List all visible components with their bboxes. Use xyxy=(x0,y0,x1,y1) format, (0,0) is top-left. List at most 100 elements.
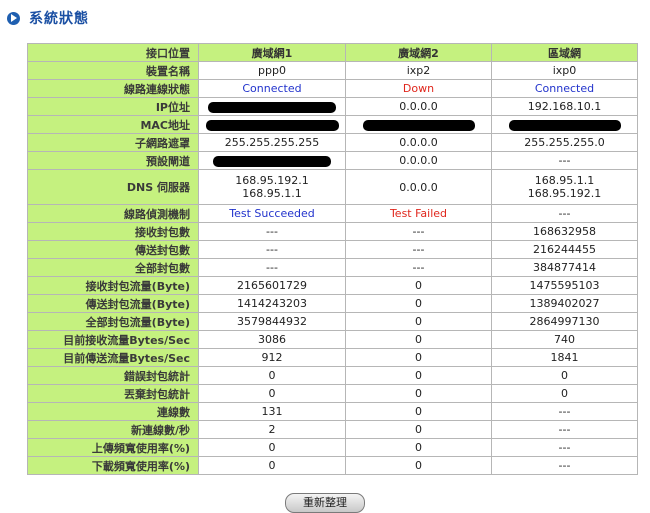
row-label: 傳送封包流量(Byte) xyxy=(27,294,199,313)
cell-lan xyxy=(491,115,638,134)
table-row: 丟棄封包統計 0 0 0 xyxy=(27,384,638,403)
row-label: 線路偵測機制 xyxy=(27,204,199,223)
row-label: 目前傳送流量Bytes/Sec xyxy=(27,348,199,367)
row-label: 上傳頻寬使用率(%) xyxy=(27,438,199,457)
cell-wan2: --- xyxy=(345,240,492,259)
cell-wan2: Down xyxy=(345,79,492,98)
cell-wan1: --- xyxy=(198,222,346,241)
cell-wan2: 0 xyxy=(345,330,492,349)
cell-wan2 xyxy=(345,115,492,134)
cell-wan1: 912 xyxy=(198,348,346,367)
cell-lan: 384877414 xyxy=(491,258,638,277)
row-label: 新連線數/秒 xyxy=(27,420,199,439)
row-label: 下載頻寬使用率(%) xyxy=(27,456,199,475)
cell-wan2: --- xyxy=(345,222,492,241)
cell-wan1: Connected xyxy=(198,79,346,98)
cell-wan1: --- xyxy=(198,240,346,259)
cell-lan: --- xyxy=(491,456,638,475)
cell-wan2: 0 xyxy=(345,276,492,295)
cell-wan2: 0.0.0.0 xyxy=(345,97,492,116)
redaction-mask xyxy=(205,119,339,131)
cell-wan2: ixp2 xyxy=(345,61,492,80)
col-wan2: 廣域網2 xyxy=(345,43,492,62)
table-row: 全部封包流量(Byte) 3579844932 0 2864997130 xyxy=(27,312,638,331)
cell-lan: 1389402027 xyxy=(491,294,638,313)
cell-lan: 192.168.10.1 xyxy=(491,97,638,116)
cell-lan: --- xyxy=(491,151,638,170)
row-label: 裝置名稱 xyxy=(27,61,199,80)
cell-wan1 xyxy=(198,115,346,134)
cell-wan2: 0 xyxy=(345,348,492,367)
cell-wan2: 0.0.0.0 xyxy=(345,169,492,205)
cell-wan2: 0 xyxy=(345,438,492,457)
table-row: DNS 伺服器 168.95.192.1 168.95.1.1 0.0.0.0 … xyxy=(27,169,638,205)
row-label: DNS 伺服器 xyxy=(27,169,199,205)
cell-lan: 216244455 xyxy=(491,240,638,259)
cell-wan2: 0 xyxy=(345,384,492,403)
table-row: 連線數 131 0 --- xyxy=(27,402,638,421)
cell-wan1: 3579844932 xyxy=(198,312,346,331)
dns-secondary: 168.95.1.1 xyxy=(242,187,302,200)
cell-wan1: 2165601729 xyxy=(198,276,346,295)
table-row: 接收封包數 --- --- 168632958 xyxy=(27,222,638,241)
cell-wan1: 0 xyxy=(198,456,346,475)
cell-lan: 740 xyxy=(491,330,638,349)
cell-lan: --- xyxy=(491,438,638,457)
row-label: 全部封包數 xyxy=(27,258,199,277)
cell-wan1: Test Succeeded xyxy=(198,204,346,223)
table-row: 接收封包流量(Byte) 2165601729 0 1475595103 xyxy=(27,276,638,295)
row-label: 預設閘道 xyxy=(27,151,199,170)
table-row: 線路連線狀態 Connected Down Connected xyxy=(27,79,638,98)
table-row: 下載頻寬使用率(%) 0 0 --- xyxy=(27,456,638,475)
dns-primary: 168.95.192.1 xyxy=(235,174,309,187)
header-corner: 接口位置 xyxy=(27,43,199,62)
table-row: IP位址 0.0.0.0 192.168.10.1 xyxy=(27,97,638,116)
cell-wan1: 168.95.192.1 168.95.1.1 xyxy=(198,169,346,205)
cell-lan: 168632958 xyxy=(491,222,638,241)
cell-lan: 0 xyxy=(491,366,638,385)
table-row: MAC地址 xyxy=(27,115,638,134)
cell-lan: --- xyxy=(491,402,638,421)
table-row: 傳送封包流量(Byte) 1414243203 0 1389402027 xyxy=(27,294,638,313)
row-label: 連線數 xyxy=(27,402,199,421)
table-row: 目前接收流量Bytes/Sec 3086 0 740 xyxy=(27,330,638,349)
row-label: 丟棄封包統計 xyxy=(27,384,199,403)
cell-wan2: --- xyxy=(345,258,492,277)
redaction-mask xyxy=(508,119,621,131)
row-label: IP位址 xyxy=(27,97,199,116)
cell-lan: 1841 xyxy=(491,348,638,367)
cell-lan: ixp0 xyxy=(491,61,638,80)
dns-secondary: 168.95.192.1 xyxy=(527,187,602,200)
table-row: 傳送封包數 --- --- 216244455 xyxy=(27,240,638,259)
dns-primary: 168.95.1.1 xyxy=(534,174,595,187)
cell-wan2: 0.0.0.0 xyxy=(345,133,492,152)
cell-lan: 2864997130 xyxy=(491,312,638,331)
col-wan1: 廣域網1 xyxy=(198,43,346,62)
row-label: 傳送封包數 xyxy=(27,240,199,259)
status-table: 接口位置 廣域網1 廣域網2 區域網 裝置名稱 ppp0 ixp2 ixp0 線… xyxy=(27,43,638,475)
row-label: 線路連線狀態 xyxy=(27,79,199,98)
cell-wan1: 0 xyxy=(198,384,346,403)
cell-wan2: 0 xyxy=(345,420,492,439)
table-row: 預設閘道 0.0.0.0 --- xyxy=(27,151,638,170)
refresh-button[interactable]: 重新整理 xyxy=(285,493,365,513)
table-row: 目前傳送流量Bytes/Sec 912 0 1841 xyxy=(27,348,638,367)
cell-wan2: Test Failed xyxy=(345,204,492,223)
cell-lan: 168.95.1.1 168.95.192.1 xyxy=(491,169,638,205)
cell-wan1: 3086 xyxy=(198,330,346,349)
col-lan: 區域網 xyxy=(491,43,638,62)
cell-wan2: 0 xyxy=(345,294,492,313)
cell-wan1: 0 xyxy=(198,366,346,385)
cell-lan: 0 xyxy=(491,384,638,403)
cell-wan1 xyxy=(198,97,346,116)
cell-lan: --- xyxy=(491,204,638,223)
cell-wan1: 255.255.255.255 xyxy=(198,133,346,152)
redaction-mask xyxy=(208,101,336,113)
table-row: 錯誤封包統計 0 0 0 xyxy=(27,366,638,385)
table-row: 裝置名稱 ppp0 ixp2 ixp0 xyxy=(27,61,638,80)
table-header-row: 接口位置 廣域網1 廣域網2 區域網 xyxy=(27,43,638,62)
cell-wan1: 0 xyxy=(198,438,346,457)
cell-lan: 1475595103 xyxy=(491,276,638,295)
cell-wan2: 0 xyxy=(345,456,492,475)
cell-lan: --- xyxy=(491,420,638,439)
